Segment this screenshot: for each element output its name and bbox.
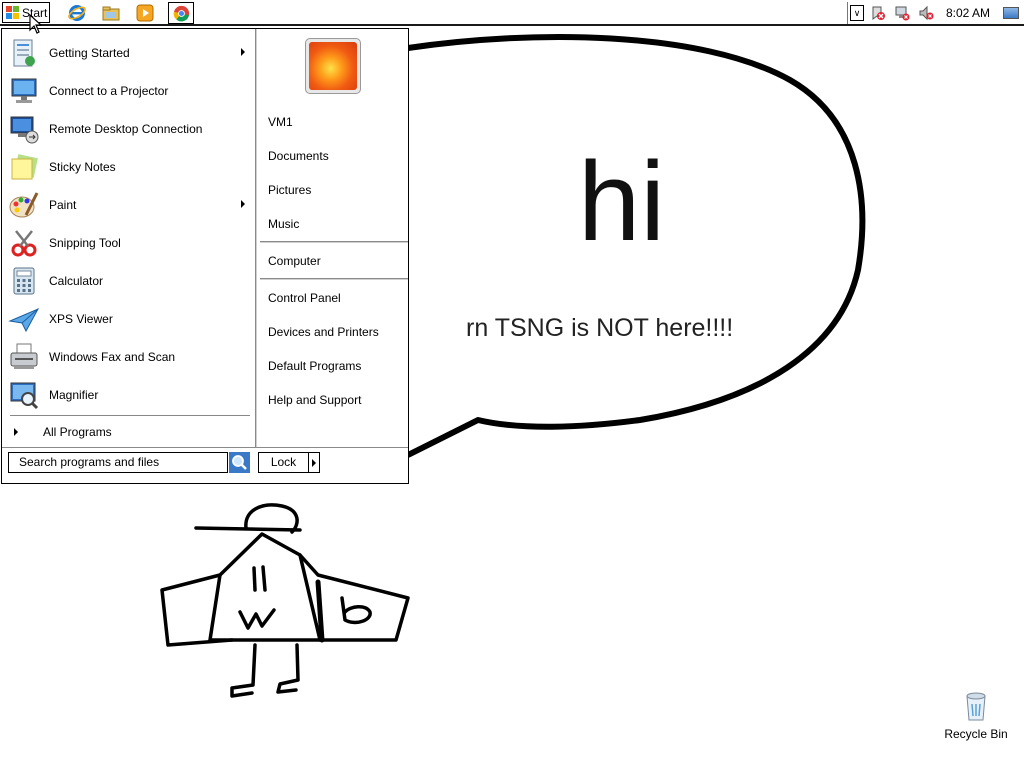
program-label: Magnifier — [49, 388, 99, 402]
show-hidden-icons-chevron-icon[interactable]: ∨ — [850, 5, 864, 21]
drawing-note-text: rn TSNG is NOT here!!!! — [466, 314, 734, 342]
sticky-notes-icon — [8, 151, 40, 183]
program-connect-projector[interactable]: Connect to a Projector — [8, 73, 253, 109]
places-pane: VM1 Documents Pictures Music Computer Co… — [257, 29, 408, 445]
mouse-cursor-icon — [29, 14, 43, 34]
recycle-bin-label: Recycle Bin — [944, 727, 1008, 741]
link-music[interactable]: Music — [268, 217, 299, 231]
all-programs-button[interactable]: All Programs — [10, 422, 250, 442]
lock-label: Lock — [259, 453, 309, 472]
getting-started-icon — [8, 37, 40, 69]
places-separator — [260, 278, 408, 280]
user-picture[interactable] — [305, 38, 361, 94]
link-documents[interactable]: Documents — [268, 149, 329, 163]
xps-viewer-icon — [8, 303, 40, 335]
projector-icon — [8, 75, 40, 107]
link-default-programs[interactable]: Default Programs — [268, 359, 361, 373]
search-button[interactable] — [229, 452, 250, 473]
programs-pane: Getting Started Connect to a Projector R… — [2, 29, 255, 445]
paint-icon — [8, 189, 40, 221]
show-desktop-icon[interactable] — [1003, 7, 1019, 19]
calculator-icon — [8, 265, 40, 297]
clock[interactable]: 8:02 AM — [946, 6, 990, 20]
media-player-icon[interactable] — [135, 3, 155, 23]
program-label: XPS Viewer — [49, 312, 113, 326]
program-label: Paint — [49, 198, 77, 212]
drawing-hi-text: hi — [578, 139, 666, 264]
program-label: Remote Desktop Connection — [49, 122, 203, 136]
link-user-folder[interactable]: VM1 — [268, 115, 293, 129]
notification-area: ∨ 8:02 AM — [847, 2, 1024, 24]
remote-desktop-icon — [8, 113, 40, 145]
search-input[interactable]: Search programs and files — [8, 452, 228, 473]
program-label: Connect to a Projector — [49, 84, 169, 98]
link-pictures[interactable]: Pictures — [268, 183, 311, 197]
places-separator — [260, 241, 408, 243]
submenu-arrow-icon — [241, 200, 245, 208]
snipping-tool-icon — [8, 227, 40, 259]
shutdown-options-arrow-icon[interactable] — [309, 453, 319, 472]
program-remote-desktop[interactable]: Remote Desktop Connection — [8, 111, 253, 147]
recycle-bin[interactable]: Recycle Bin — [938, 690, 1014, 741]
all-programs-arrow-icon — [14, 428, 18, 436]
program-calculator[interactable]: Calculator — [8, 263, 253, 299]
fax-scan-icon — [8, 341, 40, 373]
programs-separator — [10, 415, 250, 416]
flower-avatar-icon — [309, 42, 357, 90]
bottom-separator — [2, 447, 408, 448]
submenu-arrow-icon — [241, 48, 245, 56]
link-computer[interactable]: Computer — [268, 254, 321, 268]
taskbar: Start ∨ 8:02 AM — [0, 0, 1024, 26]
program-paint[interactable]: Paint — [8, 187, 253, 223]
recycle-bin-icon — [966, 692, 986, 721]
link-help-support[interactable]: Help and Support — [268, 393, 361, 407]
link-devices-printers[interactable]: Devices and Printers — [268, 325, 379, 339]
internet-explorer-icon[interactable] — [67, 3, 87, 23]
volume-muted-icon[interactable] — [918, 5, 934, 24]
program-sticky-notes[interactable]: Sticky Notes — [8, 149, 253, 185]
program-fax-scan[interactable]: Windows Fax and Scan — [8, 339, 253, 375]
all-programs-label: All Programs — [43, 425, 112, 439]
chrome-icon[interactable] — [168, 2, 194, 24]
lock-button[interactable]: Lock — [258, 452, 320, 473]
windows-explorer-icon[interactable] — [101, 3, 121, 23]
program-snipping-tool[interactable]: Snipping Tool — [8, 225, 253, 261]
program-label: Calculator — [49, 274, 104, 288]
link-control-panel[interactable]: Control Panel — [268, 291, 341, 305]
program-label: Sticky Notes — [49, 160, 116, 174]
start-menu: Getting Started Connect to a Projector R… — [1, 28, 409, 484]
windows-logo-icon — [6, 6, 19, 19]
action-center-icon[interactable] — [870, 5, 886, 24]
program-label: Windows Fax and Scan — [49, 350, 176, 364]
program-magnifier[interactable]: Magnifier — [8, 377, 253, 413]
search-icon — [229, 452, 250, 473]
magnifier-icon — [8, 379, 40, 411]
program-getting-started[interactable]: Getting Started — [8, 35, 253, 71]
network-icon[interactable] — [894, 5, 910, 24]
program-xps-viewer[interactable]: XPS Viewer — [8, 301, 253, 337]
program-label: Getting Started — [49, 46, 130, 60]
program-label: Snipping Tool — [49, 236, 121, 250]
